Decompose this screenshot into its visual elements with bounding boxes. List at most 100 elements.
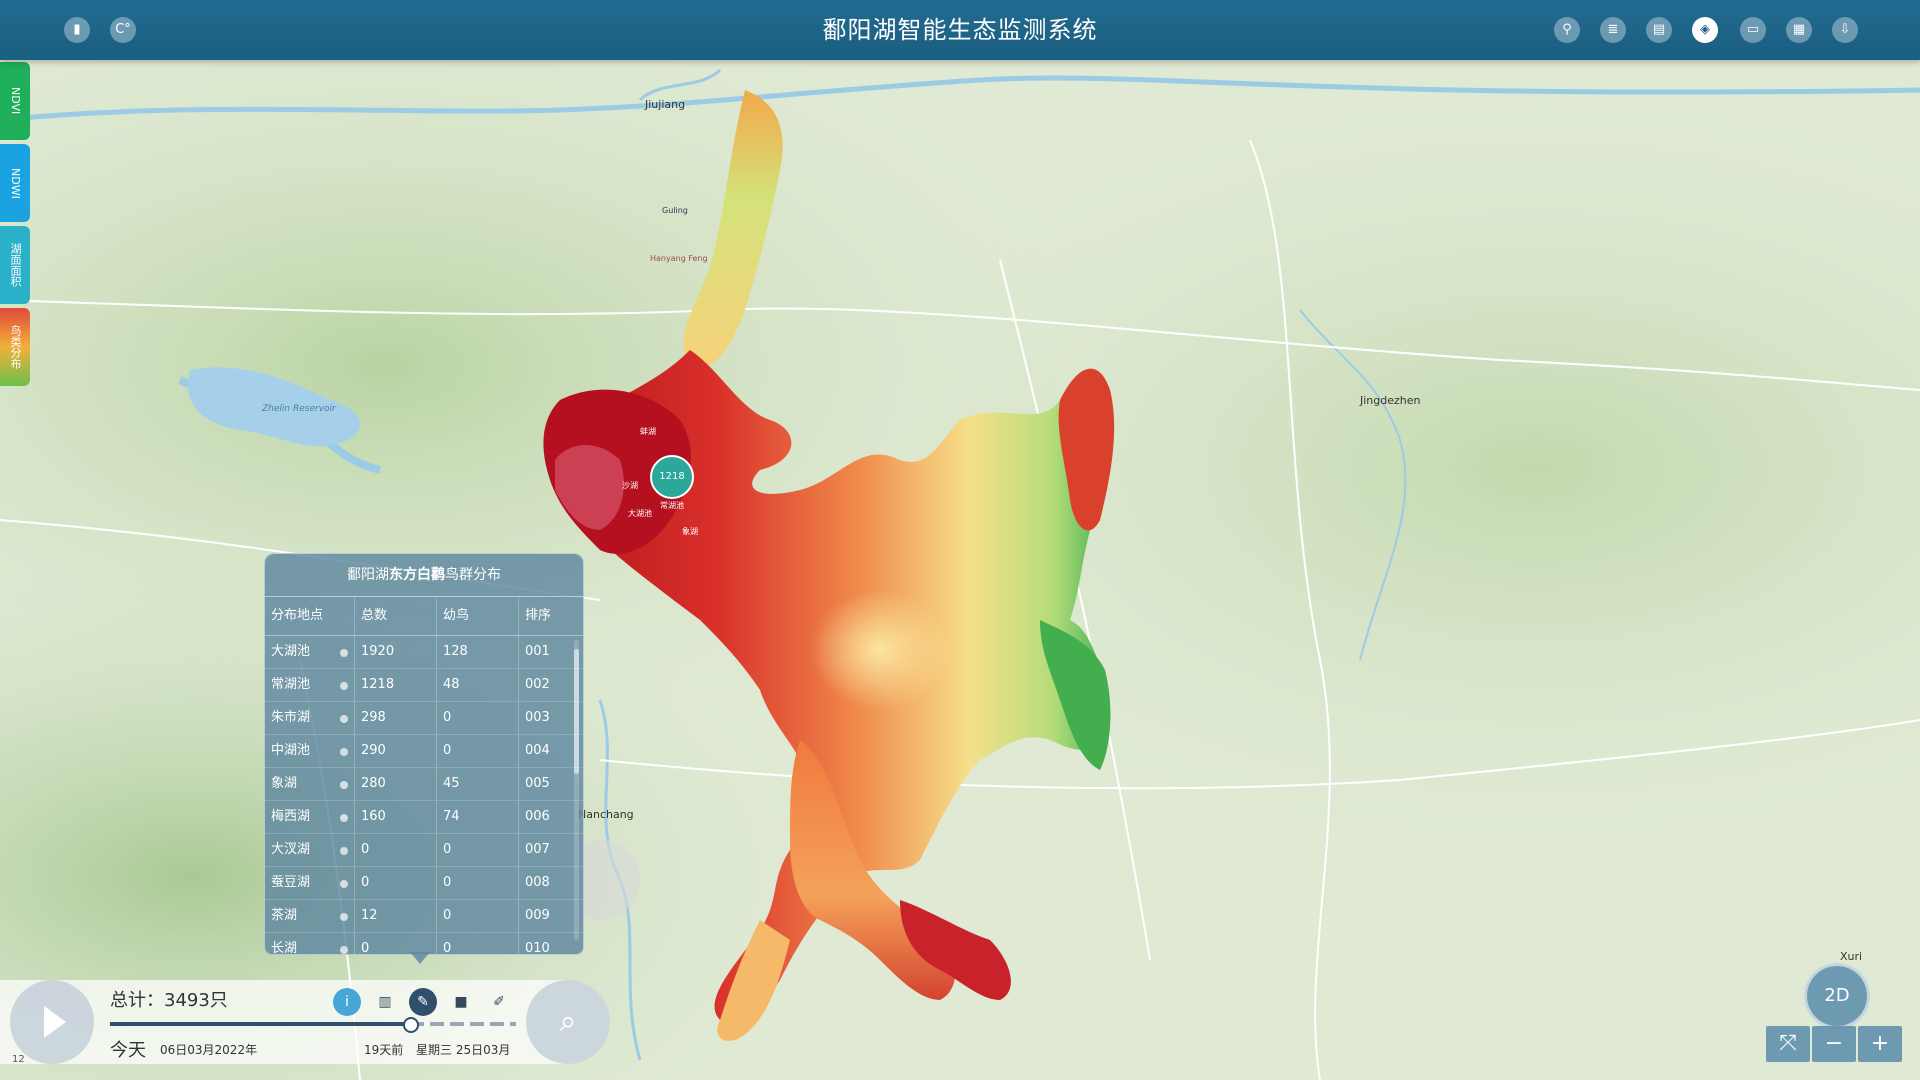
edit-icon[interactable]: ✎ [409, 988, 437, 1016]
table-row[interactable]: 大湖池 1920 128 001 [265, 636, 583, 669]
table-cell: 280 [355, 768, 437, 800]
bookmark-icon[interactable]: ✐ [485, 988, 513, 1016]
table-cell: 0 [437, 900, 519, 932]
zoom-in-button[interactable]: + [1858, 1026, 1902, 1062]
timeline-handle[interactable] [403, 1017, 419, 1033]
bird-cluster[interactable]: 1218 [650, 455, 694, 499]
timeline-tools: i ▥ ✎ ■ ✐ [333, 988, 513, 1016]
table-cell: 010 [525, 941, 550, 955]
table-cell: 0 [437, 933, 519, 954]
table-cell: 0 [355, 834, 437, 866]
table-cell: 茶湖 [265, 900, 355, 932]
locate-icon[interactable] [340, 946, 348, 954]
location-icon[interactable]: ⚲ [1554, 17, 1580, 43]
bird-marker[interactable]: 象湖 [682, 526, 698, 537]
table-cell: 0 [437, 735, 519, 767]
timeline-track[interactable] [110, 1022, 410, 1026]
tab-ndvi[interactable]: NDVI [0, 62, 30, 140]
city-label: Hanyang Feng [650, 254, 708, 263]
info-icon[interactable]: i [333, 988, 361, 1016]
city-label: Jingdezhen [1360, 394, 1421, 407]
fullscreen-icon[interactable]: ⤧ [1766, 1026, 1810, 1062]
table-cell: 朱市湖 [265, 702, 355, 734]
locate-icon[interactable] [340, 847, 348, 855]
table-row[interactable]: 茶湖 12 0 009 [265, 900, 583, 933]
locate-icon[interactable] [340, 880, 348, 888]
search-button[interactable]: ⌕ [526, 980, 610, 1064]
report-icon[interactable]: ▤ [1646, 17, 1672, 43]
trash-icon[interactable]: ▥ [371, 988, 399, 1016]
download-icon[interactable]: ⇩ [1832, 17, 1858, 43]
table-cell: 1218 [355, 669, 437, 701]
table-cell: 006 [525, 809, 550, 824]
days-ago: 19天前 [364, 1043, 404, 1057]
column-header[interactable]: 排序 [519, 597, 569, 635]
table-cell: 常湖池 [265, 669, 355, 701]
chat-icon[interactable]: ▦ [1786, 17, 1812, 43]
panel-pointer [410, 952, 430, 964]
table-cell: 1920 [355, 636, 437, 668]
table-cell: 290 [355, 735, 437, 767]
view-mode-toggle[interactable]: 2D [1804, 963, 1870, 1029]
bird-marker[interactable]: 常湖池 [660, 500, 684, 511]
column-header[interactable]: 分布地点 [265, 597, 355, 635]
locate-icon[interactable] [340, 649, 348, 657]
city-label: Nanchang [578, 808, 634, 821]
table-cell: 004 [525, 743, 550, 758]
column-header[interactable]: 幼鸟 [437, 597, 519, 635]
bird-marker[interactable]: 蚌湖 [640, 426, 656, 437]
today-label[interactable]: 今天 [110, 1036, 146, 1062]
city-label: Jiujiang [645, 98, 686, 111]
table-cell: 007 [525, 842, 550, 857]
locate-icon[interactable] [340, 715, 348, 723]
table-cell: 大汊湖 [265, 834, 355, 866]
current-date: 星期三 25日03月 [416, 1043, 511, 1057]
table-row[interactable]: 朱市湖 298 0 003 [265, 702, 583, 735]
table-cell: 001 [525, 644, 550, 659]
bird-marker[interactable]: 沙湖 [622, 480, 638, 491]
locate-icon[interactable] [340, 682, 348, 690]
table-cell: 002 [525, 677, 550, 692]
zoom-out-button[interactable]: − [1812, 1026, 1856, 1062]
table-row[interactable]: 大汊湖 0 0 007 [265, 834, 583, 867]
table-cell: 12 [355, 900, 437, 932]
city-label: Guling [662, 206, 688, 215]
timeline-track-remaining[interactable] [410, 1022, 516, 1026]
table-row[interactable]: 蚕豆湖 0 0 008 [265, 867, 583, 900]
locate-icon[interactable] [340, 748, 348, 756]
play-button[interactable] [10, 980, 94, 1064]
locate-icon[interactable] [340, 781, 348, 789]
column-header[interactable]: 总数 [355, 597, 437, 635]
document-icon[interactable]: ▮ [64, 17, 90, 43]
table-cell: 74 [437, 801, 519, 833]
table-cell: 象湖 [265, 768, 355, 800]
locate-icon[interactable] [340, 913, 348, 921]
table-cell: 0 [437, 867, 519, 899]
table-row[interactable]: 梅西湖 160 74 006 [265, 801, 583, 834]
table-row[interactable]: 中湖池 290 0 004 [265, 735, 583, 768]
stop-icon[interactable]: ■ [447, 988, 475, 1016]
temperature-icon[interactable]: C° [110, 17, 136, 43]
scale-label: 12 [12, 1054, 25, 1065]
tab-ndwi[interactable]: NDWI [0, 144, 30, 222]
table-row[interactable]: 象湖 280 45 005 [265, 768, 583, 801]
table-cell: 008 [525, 875, 550, 890]
table-cell: 0 [437, 702, 519, 734]
table-cell: 大湖池 [265, 636, 355, 668]
monitor-icon[interactable]: ▭ [1740, 17, 1766, 43]
tab-lake-area[interactable]: 湖面面积 [0, 226, 30, 304]
table-cell: 蚕豆湖 [265, 867, 355, 899]
top-bar: 鄱阳湖智能生态监测系统 ▮ C° ⚲ ≣ ▤ ◈ ▭ ▦ ⇩ [0, 0, 1920, 60]
layers-icon[interactable]: ◈ [1692, 17, 1718, 43]
scrollbar-thumb[interactable] [574, 649, 579, 774]
table-cell: 长湖 [265, 933, 355, 954]
table-cell: 128 [437, 636, 519, 668]
tab-bird-distribution[interactable]: 鸟类分布 [0, 308, 30, 386]
table-row[interactable]: 常湖池 1218 48 002 [265, 669, 583, 702]
locate-icon[interactable] [340, 814, 348, 822]
table-cell: 003 [525, 710, 550, 725]
table-body: 大湖池 1920 128 001 常湖池 1218 48 002 朱市湖 298 0 003 中湖池 29… [265, 636, 583, 955]
table-cell: 298 [355, 702, 437, 734]
database-icon[interactable]: ≣ [1600, 17, 1626, 43]
bird-marker[interactable]: 大湖池 [628, 508, 652, 519]
